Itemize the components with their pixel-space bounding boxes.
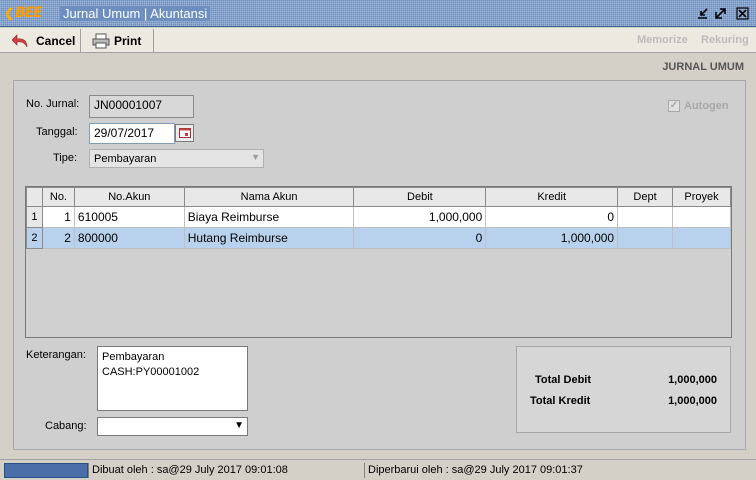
back-arrow-icon: ❮ bbox=[4, 6, 15, 20]
tipe-select[interactable]: Pembayaran ▼ bbox=[89, 149, 264, 168]
status-progress bbox=[4, 463, 88, 478]
print-label: Print bbox=[114, 33, 142, 48]
close-icon[interactable] bbox=[734, 5, 750, 21]
tanggal-field[interactable]: 29/07/2017 bbox=[89, 123, 175, 144]
memorize-button[interactable]: Memorize bbox=[637, 34, 688, 46]
form-header: JURNAL UMUM bbox=[662, 61, 744, 73]
col-header-debit[interactable]: Debit bbox=[353, 187, 487, 207]
table-row[interactable]: 2 2 800000 Hutang Reimburse 0 1,000,000 bbox=[26, 227, 731, 249]
total-debit-label: Total Debit bbox=[535, 374, 592, 386]
totals-panel: Total Debit 1,000,000 Total Kredit 1,000… bbox=[516, 346, 731, 433]
cell-debit[interactable]: 1,000,000 bbox=[353, 206, 487, 228]
row-number: 1 bbox=[26, 206, 43, 228]
chevron-down-icon: ▼ bbox=[251, 152, 260, 162]
total-kredit-value: 1,000,000 bbox=[668, 395, 717, 407]
toolbar: Cancel Print Memorize Rekuring bbox=[0, 28, 756, 53]
maximize-icon[interactable] bbox=[712, 5, 728, 21]
toolbar-divider bbox=[80, 29, 81, 52]
row-num-header bbox=[26, 187, 43, 207]
bee-logo: ❮ BEE bbox=[4, 5, 43, 21]
logo-text: BEE bbox=[15, 5, 43, 21]
undo-icon bbox=[12, 33, 28, 47]
tipe-label: Tipe: bbox=[53, 152, 78, 164]
rekuring-button[interactable]: Rekuring bbox=[701, 34, 749, 46]
col-header-dept[interactable]: Dept bbox=[617, 187, 673, 207]
cell-no[interactable]: 2 bbox=[41, 227, 75, 249]
printer-icon bbox=[92, 33, 110, 48]
cell-kredit[interactable]: 0 bbox=[485, 206, 619, 228]
keterangan-line: CASH:PY00001002 bbox=[102, 366, 200, 378]
checkmark-icon: ✓ bbox=[668, 100, 680, 112]
col-header-kredit[interactable]: Kredit bbox=[485, 187, 619, 207]
autogen-checkbox[interactable]: ✓ Autogen bbox=[668, 100, 729, 112]
cell-dept[interactable] bbox=[617, 227, 673, 249]
keterangan-label: Keterangan: bbox=[26, 349, 86, 361]
keterangan-line: Pembayaran bbox=[102, 351, 165, 363]
cancel-button[interactable]: Cancel bbox=[6, 30, 81, 51]
updated-by-status: Diperbarui oleh : sa@29 July 2017 09:01:… bbox=[364, 463, 752, 478]
no-jurnal-field[interactable]: JN00001007 bbox=[89, 95, 194, 118]
calendar-icon bbox=[178, 128, 191, 138]
col-header-proyek[interactable]: Proyek bbox=[672, 187, 731, 207]
calendar-button[interactable] bbox=[175, 124, 194, 142]
cell-no-akun[interactable]: 800000 bbox=[73, 227, 185, 249]
cell-proyek[interactable] bbox=[672, 206, 731, 228]
cabang-label: Cabang: bbox=[45, 420, 87, 432]
tipe-value: Pembayaran bbox=[94, 153, 157, 165]
journal-grid: No. No.Akun Nama Akun Debit Kredit Dept … bbox=[25, 186, 732, 338]
keterangan-textarea[interactable]: Pembayaran CASH:PY00001002 bbox=[97, 346, 248, 411]
cell-no[interactable]: 1 bbox=[41, 206, 75, 228]
col-header-no-akun[interactable]: No.Akun bbox=[73, 187, 185, 207]
title-bar: ❮ BEE Jurnal Umum | Akuntansi bbox=[0, 0, 756, 27]
cell-no-akun[interactable]: 610005 bbox=[73, 206, 185, 228]
chevron-down-icon: ▼ bbox=[234, 420, 244, 431]
created-by-status: Dibuat oleh : sa@29 July 2017 09:01:08 bbox=[88, 463, 364, 478]
cell-debit[interactable]: 0 bbox=[353, 227, 487, 249]
toolbar-divider bbox=[153, 29, 154, 52]
cell-kredit[interactable]: 1,000,000 bbox=[485, 227, 619, 249]
cancel-label: Cancel bbox=[36, 33, 76, 48]
cell-nama-akun[interactable]: Biaya Reimburse bbox=[183, 206, 355, 228]
window-title: Jurnal Umum | Akuntansi bbox=[60, 6, 211, 21]
table-row[interactable]: 1 1 610005 Biaya Reimburse 1,000,000 0 bbox=[26, 206, 731, 228]
cabang-select[interactable]: ▼ bbox=[97, 417, 248, 436]
row-number: 2 bbox=[26, 227, 43, 249]
status-bar: Dibuat oleh : sa@29 July 2017 09:01:08 D… bbox=[0, 459, 756, 480]
total-debit-value: 1,000,000 bbox=[668, 374, 717, 386]
cell-proyek[interactable] bbox=[672, 227, 731, 249]
autogen-label: Autogen bbox=[684, 100, 729, 112]
no-jurnal-label: No. Jurnal: bbox=[26, 98, 80, 110]
col-header-nama-akun[interactable]: Nama Akun bbox=[183, 187, 355, 207]
total-kredit-label: Total Kredit bbox=[530, 395, 591, 407]
cell-dept[interactable] bbox=[617, 206, 673, 228]
col-header-no[interactable]: No. bbox=[41, 187, 75, 207]
tanggal-label: Tanggal: bbox=[36, 126, 78, 138]
print-button[interactable]: Print bbox=[86, 30, 147, 51]
cell-nama-akun[interactable]: Hutang Reimburse bbox=[183, 227, 355, 249]
minimize-icon[interactable] bbox=[694, 5, 710, 21]
